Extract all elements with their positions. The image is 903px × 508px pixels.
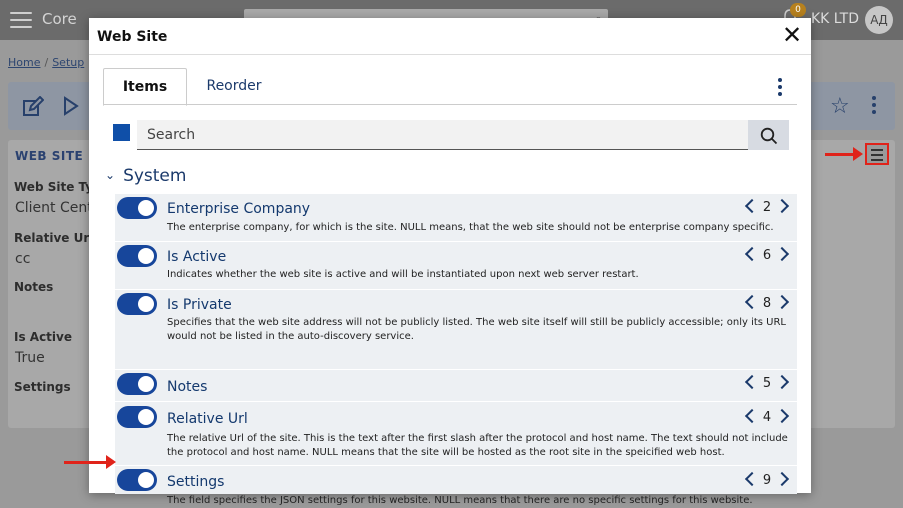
order-stepper: 9 [743,471,791,490]
order-value: 5 [762,376,772,391]
visibility-toggle[interactable] [117,293,157,315]
chevron-left-icon[interactable] [744,294,760,310]
order-stepper: 2 [743,198,791,217]
item-description: Indicates whether the web site is active… [167,269,639,280]
user-avatar[interactable]: АД [865,6,893,34]
chevron-right-icon[interactable] [774,374,790,390]
item-name[interactable]: Is Private [167,297,232,313]
annotation-arrow [64,455,116,469]
item-description: The relative Url of the site. This is th… [167,433,788,458]
order-value: 2 [762,200,772,215]
field-label: Relative Url [14,231,94,245]
chevron-right-icon[interactable] [774,408,790,424]
hamburger-menu-icon[interactable] [10,12,32,28]
group-label: System [123,166,187,186]
chevron-right-icon[interactable] [774,198,790,214]
edit-icon[interactable] [22,95,45,123]
group-system[interactable]: ⌄ System [105,166,186,186]
search-icon [760,127,778,145]
breadcrumb-setup-link[interactable]: Setup [52,56,84,69]
field-menu-button[interactable] [865,143,889,165]
more-actions-icon[interactable] [867,96,881,116]
order-stepper: 4 [743,408,791,427]
breadcrumb: Home / Setup [8,56,84,69]
field-value: True [15,350,45,366]
field-label: Settings [14,380,71,394]
chevron-down-icon: ⌄ [105,168,116,182]
chevron-right-icon[interactable] [774,294,790,310]
dialog-title: Web Site [97,29,168,45]
breadcrumb-separator: / [44,56,49,69]
favorite-star-icon[interactable]: ☆ [830,94,850,119]
field-value: cc [15,251,31,267]
list-item: Settings The field specifies the JSON se… [115,466,797,506]
chevron-left-icon[interactable] [744,246,760,262]
breadcrumb-home-link[interactable]: Home [8,56,40,69]
play-icon[interactable] [62,96,80,121]
company-name[interactable]: KK LTD [811,11,859,27]
tab-items[interactable]: Items [103,68,187,106]
visibility-toggle[interactable] [117,373,157,395]
item-name[interactable]: Is Active [167,249,226,265]
chevron-left-icon[interactable] [744,198,760,214]
annotation-arrow [825,147,863,161]
list-item: Relative Url The relative Url of the sit… [115,402,797,466]
field-label: Notes [14,280,54,294]
order-stepper: 5 [743,374,791,393]
app-name: Core [42,10,77,28]
item-description: The enterprise company, for which is the… [167,222,774,233]
chevron-left-icon[interactable] [744,374,760,390]
field-label: Is Active [14,330,72,344]
section-title[interactable]: WEB SITE ⌄ [15,149,98,163]
list-item: Notes 5 [115,370,797,402]
list-item: Is Private Specifies that the web site a… [115,290,797,370]
search-input[interactable] [137,120,748,150]
item-name[interactable]: Notes [167,379,207,395]
list-item: Is Active Indicates whether the web site… [115,242,797,290]
item-name[interactable]: Enterprise Company [167,201,310,217]
order-stepper: 8 [743,294,791,313]
search-button[interactable] [748,120,789,150]
item-description: The field specifies the JSON settings fo… [167,495,753,506]
item-name[interactable]: Settings [167,474,224,490]
notification-badge: 0 [790,3,806,17]
visibility-toggle[interactable] [117,469,157,491]
tabs-more-icon[interactable] [777,78,783,98]
chevron-left-icon[interactable] [744,471,760,487]
list-item: Enterprise Company The enterprise compan… [115,194,797,242]
chevron-left-icon[interactable] [744,408,760,424]
order-value: 6 [762,248,772,263]
items-list: Enterprise Company The enterprise compan… [115,194,797,506]
item-description: Specifies that the web site address will… [167,317,786,342]
select-all-checkbox[interactable] [113,124,130,141]
chevron-right-icon[interactable] [774,471,790,487]
web-site-dialog: Web Site ✕ Items Reorder ⌄ System Enterpr… [89,18,811,506]
order-value: 8 [762,296,772,311]
chevron-right-icon[interactable] [774,246,790,262]
visibility-toggle[interactable] [117,245,157,267]
tabs-divider [103,104,797,105]
tab-reorder[interactable]: Reorder [191,68,277,104]
item-name[interactable]: Relative Url [167,411,248,427]
order-value: 9 [762,473,772,488]
divider [89,54,811,55]
visibility-toggle[interactable] [117,197,157,219]
order-stepper: 6 [743,246,791,265]
order-value: 4 [762,410,772,425]
close-icon[interactable]: ✕ [779,22,805,48]
visibility-toggle[interactable] [117,406,157,428]
